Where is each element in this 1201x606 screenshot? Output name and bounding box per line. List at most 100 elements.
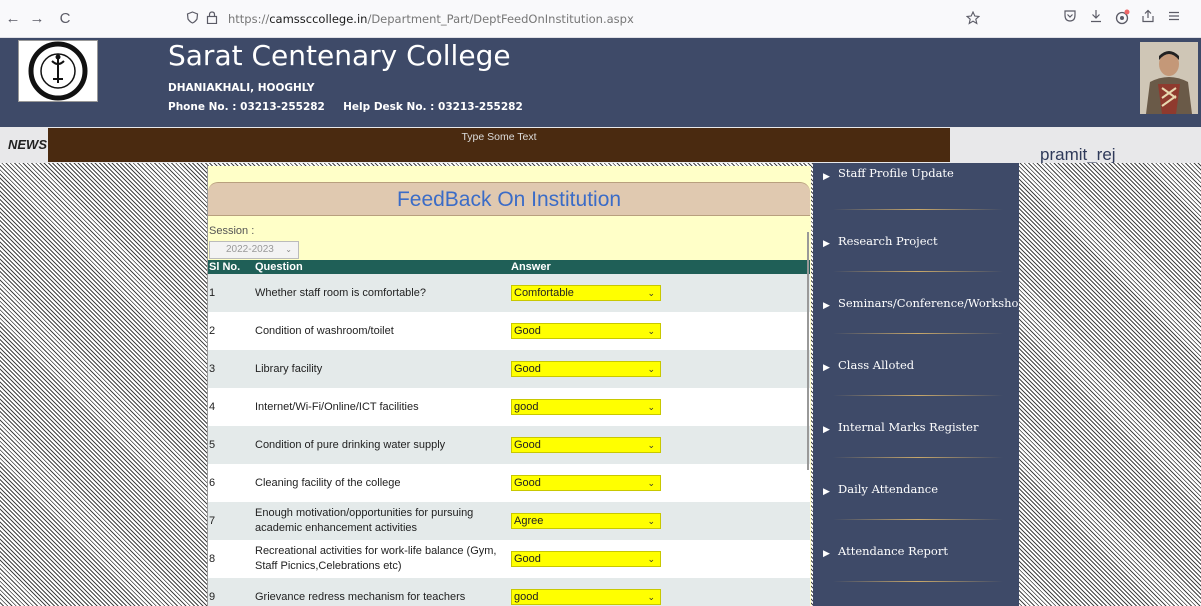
answer-select[interactable]: Good ⌄ [511, 361, 661, 377]
sidebar-item[interactable]: ▶ Internal Marks Register [813, 414, 1019, 476]
answer-value: Good [514, 553, 541, 565]
sidebar-item-label: Staff Profile Update [838, 166, 954, 180]
chevron-down-icon: ⌄ [647, 402, 655, 412]
menu-divider [833, 519, 1003, 520]
address-bar[interactable]: https://camssccollege.in/Department_Part… [176, 7, 996, 31]
menu-divider [833, 333, 1003, 334]
sidebar-item[interactable]: ▶ Daily Attendance [813, 476, 1019, 538]
bookmark-star-icon[interactable] [965, 10, 981, 28]
triangle-right-icon: ▶ [823, 548, 830, 558]
answer-value: good [514, 401, 539, 413]
answer-value: Good [514, 439, 541, 451]
chevron-down-icon: ⌄ [285, 245, 292, 254]
sidebar-menu: ▶ Staff Profile Update ▶ Research Project ▶ S… [813, 163, 1019, 606]
row-serial: 5 [209, 439, 216, 451]
session-value: 2022-2023 [226, 244, 274, 255]
table-row: 5 Condition of pure drinking water supply… [208, 426, 810, 464]
answer-value: Agree [514, 515, 544, 527]
site-header: Sarat Centenary College DHANIAKHALI, HOO… [0, 38, 1201, 127]
row-serial: 9 [209, 591, 216, 603]
answer-select[interactable]: Comfortable ⌄ [511, 285, 661, 301]
menu-icon[interactable] [1164, 9, 1184, 29]
menu-divider [833, 457, 1003, 458]
row-question: Whether staff room is comfortable? [255, 286, 426, 299]
username: pramit_rej [1040, 145, 1116, 164]
triangle-right-icon: ▶ [823, 424, 830, 434]
answer-select[interactable]: good ⌄ [511, 399, 661, 415]
answer-select[interactable]: Good ⌄ [511, 437, 661, 453]
table-row: 2 Condition of washroom/toilet Good ⌄ [208, 312, 810, 350]
table-row: 4 Internet/Wi-Fi/Online/ICT facilities goo… [208, 388, 810, 426]
news-strip: NEWS Type Some Text pramit_rej [0, 127, 1201, 164]
url-text[interactable]: https://camssccollege.in/Department_Part… [228, 12, 634, 26]
sidebar-item-label: Attendance Report [838, 544, 948, 558]
back-icon[interactable]: ← [4, 9, 22, 29]
row-serial: 4 [209, 401, 216, 413]
row-question: Internet/Wi-Fi/Online/ICT facilities [255, 400, 419, 413]
college-logo [18, 40, 98, 102]
sidebar-item[interactable]: ▶ Seminars/Conference/Workshop [813, 290, 1019, 352]
feedback-panel: FeedBack On Institution Session : 2022-2… [207, 166, 811, 606]
panel-scrollbar[interactable] [807, 232, 809, 470]
menu-divider [833, 581, 1003, 582]
reload-icon[interactable]: C [56, 9, 74, 29]
triangle-right-icon: ▶ [823, 238, 830, 248]
college-name: Sarat Centenary College [168, 39, 511, 72]
row-serial: 7 [209, 515, 216, 527]
answer-select[interactable]: good ⌄ [511, 589, 661, 605]
forward-icon[interactable]: → [28, 9, 46, 29]
chevron-down-icon: ⌄ [647, 516, 655, 526]
table-row: 9 Grievance redress mechanism for teacher… [208, 578, 810, 606]
column-header-answer: Answer [511, 261, 551, 273]
lock-icon[interactable] [206, 11, 218, 27]
sidebar-item[interactable]: ▶ Research Project [813, 228, 1019, 290]
shield-icon[interactable] [186, 11, 199, 27]
row-question: Condition of pure drinking water supply [255, 438, 446, 451]
menu-divider [833, 271, 1003, 272]
answer-select[interactable]: Good ⌄ [511, 551, 661, 567]
answer-value: Good [514, 325, 541, 337]
column-header-slno: Sl No. [209, 261, 241, 273]
pocket-icon[interactable] [1060, 9, 1080, 29]
column-header-question: Question [255, 261, 303, 273]
triangle-right-icon: ▶ [823, 300, 830, 310]
answer-select[interactable]: Good ⌄ [511, 475, 661, 491]
news-text: Type Some Text [461, 131, 537, 143]
chevron-down-icon: ⌄ [647, 592, 655, 602]
answer-value: good [514, 591, 539, 603]
row-question: Recreational activities for work-life ba… [255, 545, 497, 572]
session-select[interactable]: 2022-2023 ⌄ [209, 241, 299, 259]
row-question: Cleaning facility of the college [255, 476, 401, 489]
triangle-right-icon: ▶ [823, 171, 830, 181]
sidebar-item-label: Research Project [838, 234, 938, 248]
row-serial: 1 [209, 287, 216, 299]
chevron-down-icon: ⌄ [647, 288, 655, 298]
sidebar-item[interactable]: ▶ Staff Profile Update [813, 163, 1019, 225]
chevron-down-icon: ⌄ [647, 478, 655, 488]
sidebar-item-label: Daily Attendance [838, 482, 939, 496]
page-title: FeedBack On Institution [208, 182, 810, 216]
answer-value: Good [514, 477, 541, 489]
table-row: 8 Recreational activities for work-life b… [208, 540, 810, 578]
share-icon[interactable] [1138, 9, 1158, 29]
chevron-down-icon: ⌄ [647, 554, 655, 564]
menu-divider [833, 209, 1003, 210]
answer-value: Comfortable [514, 287, 574, 299]
answer-select[interactable]: Good ⌄ [511, 323, 661, 339]
chevron-down-icon: ⌄ [647, 440, 655, 450]
extension-icon[interactable] [1112, 9, 1132, 29]
chevron-down-icon: ⌄ [647, 326, 655, 336]
row-question: Condition of washroom/toilet [255, 324, 394, 337]
table-row: 7 Enough motivation/opportunities for pur… [208, 502, 810, 540]
triangle-right-icon: ▶ [823, 362, 830, 372]
answer-select[interactable]: Agree ⌄ [511, 513, 661, 529]
college-address: DHANIAKHALI, HOOGHLY [168, 82, 315, 94]
sidebar-item[interactable]: ▶ Class Alloted [813, 352, 1019, 414]
download-icon[interactable] [1086, 9, 1106, 29]
table-row: 3 Library facility Good ⌄ [208, 350, 810, 388]
answer-value: Good [514, 363, 541, 375]
sidebar-item[interactable]: ▶ Attendance Report [813, 538, 1019, 600]
table-header: Sl No. Question Answer [208, 260, 810, 274]
sidebar-item-label: Seminars/Conference/Workshop [838, 296, 1019, 310]
row-serial: 3 [209, 363, 216, 375]
